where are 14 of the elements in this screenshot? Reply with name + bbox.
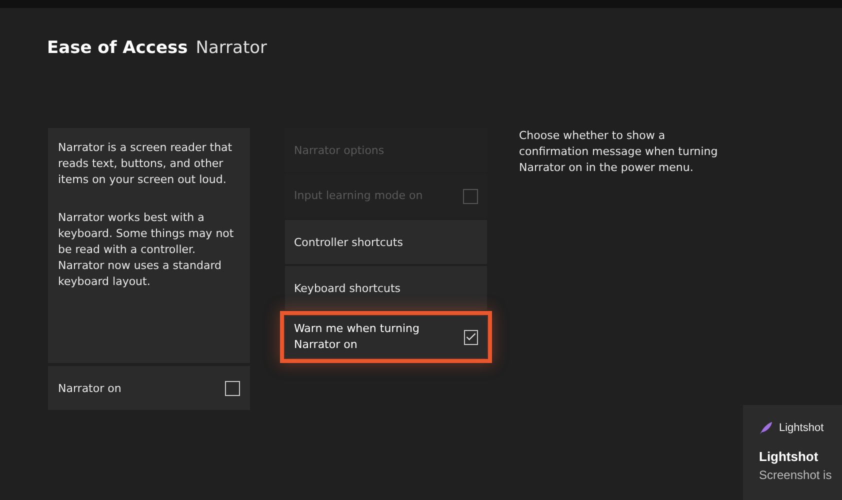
notification-toast[interactable]: Lightshot Lightshot Screenshot is xyxy=(743,405,842,500)
feather-icon xyxy=(759,421,773,435)
menu-item[interactable]: Keyboard shortcuts xyxy=(285,266,487,310)
notification-text: Screenshot is xyxy=(759,468,832,482)
menu-item[interactable]: Controller shortcuts xyxy=(285,220,487,264)
page-title: Narrator xyxy=(196,38,268,58)
help-text: Choose whether to show a confirmation message when turning Narrator on in the power menu. xyxy=(519,128,719,176)
description-text: Narrator works best with a keyboard. Some things may not be read with a controller. Narrator now uses a standard keyboard layout. xyxy=(58,210,235,290)
notification-title: Lightshot xyxy=(759,449,820,464)
checkbox-row[interactable]: Warn me when turning Narrator on xyxy=(285,316,487,358)
app-name: Lightshot xyxy=(779,422,824,434)
section-title: Ease of Access xyxy=(47,38,188,58)
narrator-toggle[interactable]: Narrator on xyxy=(48,366,250,410)
description-text: Narrator is a screen reader that reads text, buttons, and other items on your screen out loud. xyxy=(58,140,234,188)
